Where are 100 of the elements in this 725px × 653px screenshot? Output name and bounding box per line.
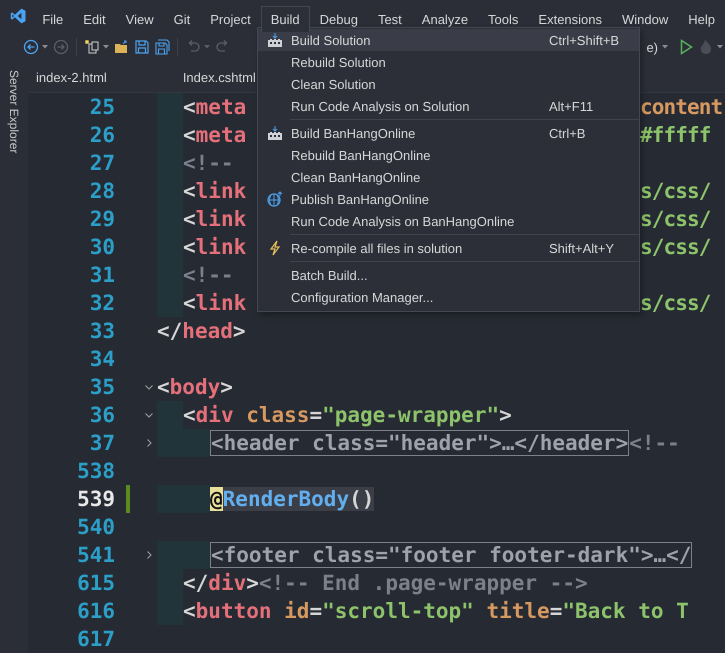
menu-item[interactable]: Extensions [528,6,612,32]
tag-name: meta [196,95,246,119]
menu-option-label: Run Code Analysis on Solution [291,98,471,114]
open-folder-icon[interactable] [114,39,130,55]
menu-option[interactable]: Rebuild BanHangOnline [258,144,639,166]
shortcut-text: Shift+Alt+Y [549,240,616,256]
menu-item[interactable]: View [116,6,164,32]
collapsed-region[interactable]: <footer class="footer footer-dark">…</ [210,542,692,568]
code-punctuation: = [550,599,562,623]
expand-icon[interactable] [146,439,152,447]
menu-option-label: Build BanHangOnline [291,126,416,140]
collapsed-region[interactable]: <header class="header">…</header> [210,430,630,456]
string-literal: #fffff [640,123,710,147]
menu-option[interactable]: Batch Build... [258,264,639,286]
new-project-icon[interactable] [84,39,100,55]
shortcut-text: Ctrl+Shift+B [549,32,620,48]
attribute-name: id [283,599,310,623]
document-tab[interactable]: index-2.html [28,70,115,84]
configuration-dropdown-text[interactable]: e) [646,40,658,54]
line-number: 617 [76,627,115,651]
string-literal: "scroll-top" [322,599,474,623]
menu-item[interactable]: Edit [73,6,116,32]
menu-option[interactable]: Run Code Analysis on BanHangOnline [258,210,639,232]
menu-option[interactable]: Build Solution Ctrl+Shift+B [258,29,639,51]
save-icon[interactable] [134,39,150,55]
razor-symbol: @ [210,487,223,511]
code-punctuation: > [246,571,259,595]
build-icon [266,32,282,48]
menu-item[interactable]: Build [260,6,310,32]
code-punctuation: < [183,403,196,427]
menu-option[interactable]: Re-compile all files in solution Shift+Alt+Y [258,237,639,259]
menu-item[interactable]: Test [368,6,412,32]
code-punctuation: < [183,235,196,259]
string-literal: s/css/ [640,207,710,231]
menu-option-label: Configuration Manager... [291,290,434,304]
line-number: 27 [88,151,115,175]
tag-name: link [196,179,246,203]
code-punctuation: > [499,403,512,427]
code-punctuation: < [183,291,196,315]
globe-icon [266,191,282,207]
code-punctuation: < [183,599,196,623]
caret-icon[interactable] [42,45,48,49]
code-punctuation: > [220,375,233,399]
tag-name: div [196,403,234,427]
collapse-icon[interactable] [145,412,153,418]
line-number: 540 [76,515,115,539]
string-literal: s/css/ [640,235,710,259]
menu-option[interactable]: Build BanHangOnline Ctrl+B [258,122,639,144]
menu-option[interactable]: Run Code Analysis on Solution Alt+F11 [258,95,639,117]
menu-item[interactable]: File [32,6,74,32]
tag-name: head [182,319,233,343]
code-punctuation: </ [157,319,182,343]
string-literal: "Back to T [562,599,689,623]
server-explorer-tab[interactable]: Server Explorer [7,70,21,154]
build-icon [266,125,282,141]
menu-option-label: Batch Build... [291,268,369,282]
menu-option-label: Build Solution [291,32,372,48]
string-literal: s/css/ [640,291,710,315]
line-number: 616 [76,599,115,623]
save-all-icon[interactable] [154,39,170,55]
code-comment: <!-- [183,263,234,287]
tag-name: link [196,235,246,259]
line-number: 28 [88,179,115,203]
code-punctuation: = [309,599,322,623]
menu-option-label: Rebuild Solution [291,54,387,70]
collapse-icon[interactable] [145,384,153,390]
menu-option-label: Run Code Analysis on BanHangOnline [291,214,516,228]
menu-item[interactable]: Tools [478,6,528,32]
indent-highlight [157,485,210,513]
menu-item[interactable]: Project [200,6,261,32]
tag-name: button [196,599,272,623]
menu-item[interactable]: Window [612,6,678,32]
tag-name: body [170,375,220,399]
menu-option-label: Clean Solution [291,76,377,92]
menu-item[interactable]: Analyze [412,6,478,32]
caret-icon[interactable] [717,45,723,49]
code-punctuation: < [183,95,196,119]
line-number: 25 [88,95,115,119]
menu-item[interactable]: Debug [310,6,368,32]
attribute-name: title [485,599,550,623]
expand-icon[interactable] [146,551,152,559]
line-number: 37 [88,431,115,455]
play-icon[interactable] [678,39,694,55]
menu-item[interactable]: Git [164,6,200,32]
caret-icon[interactable] [662,45,668,49]
line-number: 36 [88,403,115,427]
menu-option[interactable]: Publish BanHangOnline [258,188,639,210]
back-icon[interactable] [23,39,39,55]
line-number: 35 [88,375,115,399]
line-number: 33 [88,319,115,343]
code-punctuation: = [309,403,322,427]
caret-icon[interactable] [103,45,109,49]
code-punctuation: < [157,375,170,399]
shortcut-text: Ctrl+B [549,126,586,140]
code-comment: <!-- [629,431,680,455]
menu-option[interactable]: Clean BanHangOnline [258,166,639,188]
menu-item[interactable]: Help [678,6,725,32]
tag-name: meta [196,123,246,147]
line-number: 34 [88,347,115,371]
menu-option[interactable]: Configuration Manager... [258,286,639,308]
